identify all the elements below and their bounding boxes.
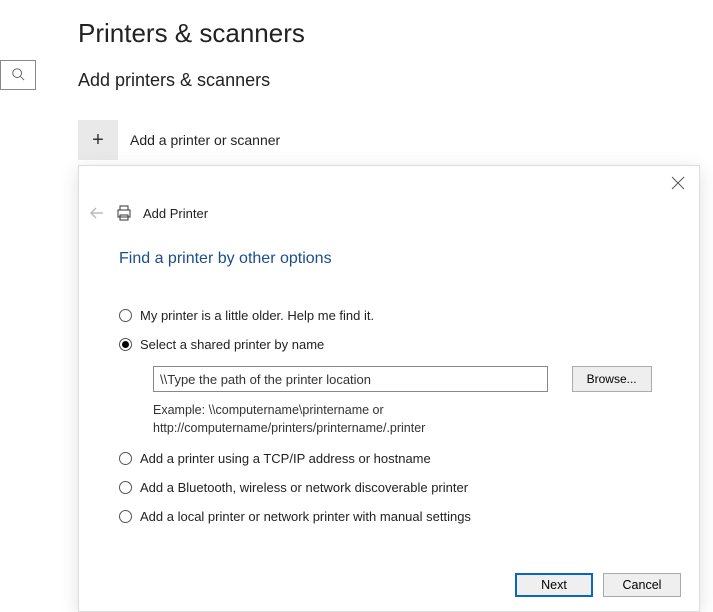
radio-label: Add a local printer or network printer w… [140,509,471,524]
wizard-title: Add Printer [143,206,208,221]
close-icon [671,178,685,193]
printer-icon [115,204,133,222]
radio-older-printer[interactable]: My printer is a little older. Help me fi… [119,308,669,323]
radio-label: My printer is a little older. Help me fi… [140,308,374,323]
radio-shared-printer[interactable]: Select a shared printer by name [119,337,669,352]
close-button[interactable] [671,176,685,190]
add-printer-wizard: Add Printer Find a printer by other opti… [78,165,700,612]
search-icon [11,67,25,84]
search-box[interactable] [0,60,36,90]
page-title: Printers & scanners [78,18,305,49]
radio-label: Add a printer using a TCP/IP address or … [140,451,431,466]
add-printer-row[interactable]: + Add a printer or scanner [78,120,280,160]
radio-icon [119,510,132,523]
cancel-button[interactable]: Cancel [603,573,681,597]
radio-label: Add a Bluetooth, wireless or network dis… [140,480,468,495]
radio-tcpip[interactable]: Add a printer using a TCP/IP address or … [119,451,669,466]
add-printer-label: Add a printer or scanner [130,132,280,148]
radio-icon [119,481,132,494]
wizard-subtitle: Find a printer by other options [119,250,332,268]
radio-icon [119,309,132,322]
printer-path-input[interactable] [153,366,548,392]
browse-button[interactable]: Browse... [572,366,652,392]
radio-label: Select a shared printer by name [140,337,324,352]
next-button[interactable]: Next [515,573,593,597]
radio-local[interactable]: Add a local printer or network printer w… [119,509,669,524]
back-button[interactable] [89,205,105,221]
radio-icon [119,452,132,465]
arrow-left-icon [89,209,105,224]
plus-icon: + [78,120,118,160]
section-title: Add printers & scanners [78,70,270,91]
example-text: Example: \\computername\printername or h… [153,402,533,437]
radio-icon [119,338,132,351]
radio-bluetooth[interactable]: Add a Bluetooth, wireless or network dis… [119,480,669,495]
example-line2: http://computername/printers/printername… [153,421,425,435]
example-line1: Example: \\computername\printername or [153,403,384,417]
